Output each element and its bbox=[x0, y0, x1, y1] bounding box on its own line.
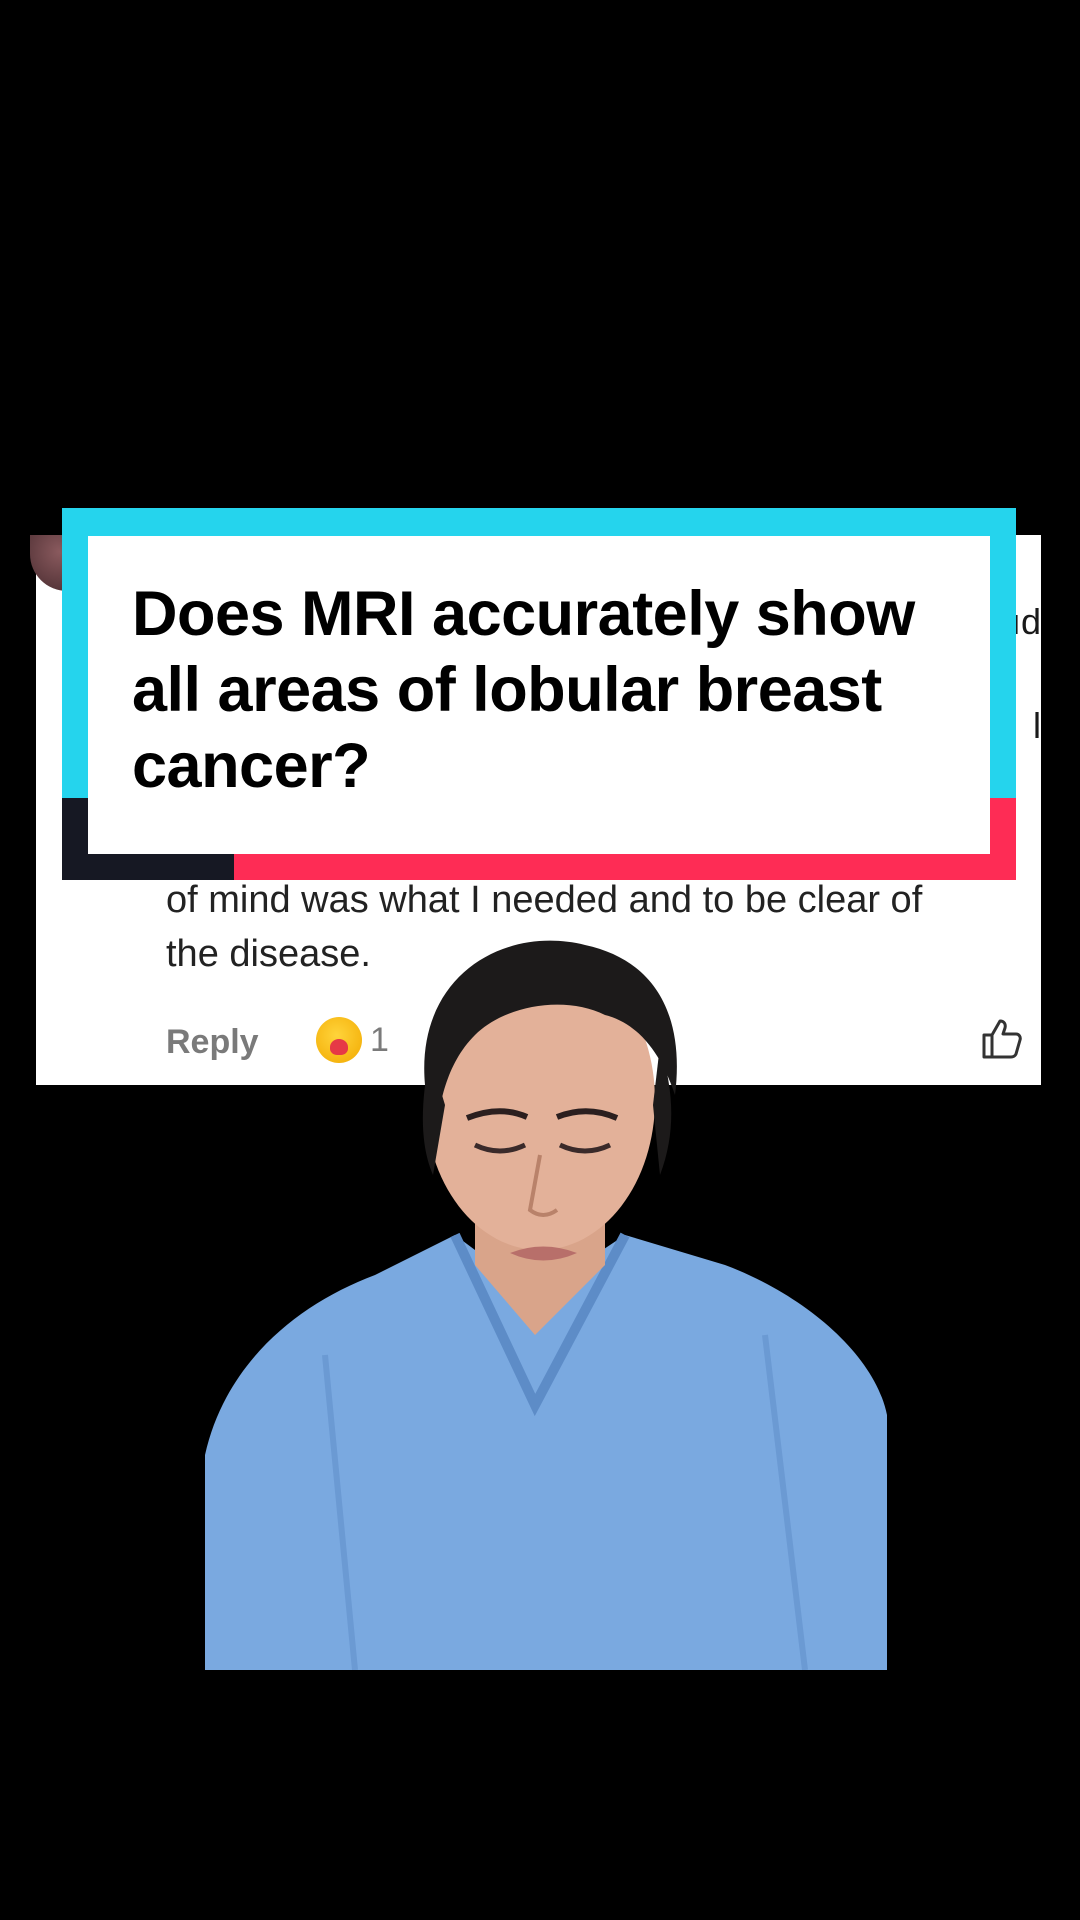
comment-line: of mind was what I needed and to be clea… bbox=[166, 879, 923, 921]
title-text: Does MRI accurately show all areas of lo… bbox=[132, 579, 915, 801]
presenter-video-cutout bbox=[205, 940, 887, 1670]
comment-text-fragment: l bbox=[1033, 705, 1041, 746]
title-box: Does MRI accurately show all areas of lo… bbox=[88, 536, 990, 854]
title-overlay: Does MRI accurately show all areas of lo… bbox=[62, 508, 1016, 880]
thumbs-up-icon[interactable] bbox=[978, 1015, 1026, 1063]
